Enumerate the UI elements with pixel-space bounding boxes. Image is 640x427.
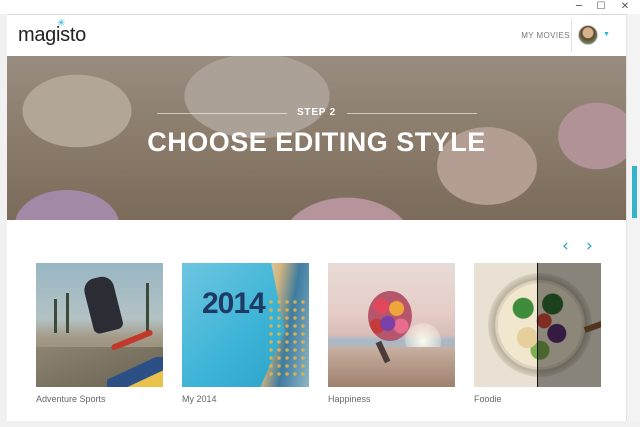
window-frame-bottom	[0, 421, 640, 427]
year-graphic: 2014	[202, 287, 266, 320]
magisto-logo[interactable]: magisto	[18, 24, 86, 47]
chevron-down-icon[interactable]: ▼	[603, 31, 610, 38]
skater-figure	[81, 274, 125, 335]
ramp-stripe	[107, 357, 163, 387]
split-filter-overlay	[537, 263, 601, 387]
balloon-bunch	[368, 291, 412, 341]
my-movies-link[interactable]: MY MOVIES	[521, 31, 570, 40]
carousel-prev-arrow-icon[interactable]: ‹	[562, 236, 569, 256]
style-card-happiness[interactable]: Happiness	[328, 263, 455, 404]
logo-star-icon: ✳	[57, 18, 66, 29]
style-card-foodie[interactable]: Foodie	[474, 263, 601, 404]
scrollbar-thumb[interactable]	[632, 166, 637, 218]
my-2014-thumbnail[interactable]: 2014	[182, 263, 309, 387]
palm-tree	[146, 283, 149, 333]
adventure-sports-thumbnail[interactable]	[36, 263, 163, 387]
window-title-bar: ─ ☐ ✕	[0, 0, 640, 15]
window-controls: ─ ☐ ✕	[568, 0, 638, 14]
style-card-label: My 2014	[182, 394, 217, 404]
vertical-scrollbar[interactable]	[626, 14, 640, 427]
style-card-label: Adventure Sports	[36, 394, 106, 404]
step-label: STEP 2	[296, 107, 337, 118]
page-title: CHOOSE EDITING STYLE	[147, 127, 486, 157]
maximize-button[interactable]: ☐	[590, 0, 612, 14]
minimize-button[interactable]: ─	[568, 0, 590, 14]
close-button[interactable]: ✕	[612, 0, 638, 14]
style-card-label: Happiness	[328, 394, 371, 404]
foodie-thumbnail[interactable]	[474, 263, 601, 387]
user-avatar[interactable]	[578, 25, 598, 45]
confetti-dots	[267, 298, 307, 378]
palm-tree	[54, 299, 57, 333]
palm-tree	[66, 293, 69, 333]
hero-banner: STEP 2 CHOOSE EDITING STYLE	[7, 56, 626, 220]
style-card-adventure-sports[interactable]: Adventure Sports	[36, 263, 163, 404]
header-divider	[571, 18, 572, 52]
window-frame-left	[0, 14, 7, 427]
style-card-my-2014[interactable]: 2014 My 2014	[182, 263, 309, 404]
beach-shore	[328, 347, 455, 387]
app-header: magisto ✳ MY MOVIES ▼	[7, 15, 626, 55]
carousel-next-arrow-icon[interactable]: ›	[586, 236, 593, 256]
style-card-label: Foodie	[474, 394, 502, 404]
split-line	[537, 263, 538, 387]
happiness-thumbnail[interactable]	[328, 263, 455, 387]
